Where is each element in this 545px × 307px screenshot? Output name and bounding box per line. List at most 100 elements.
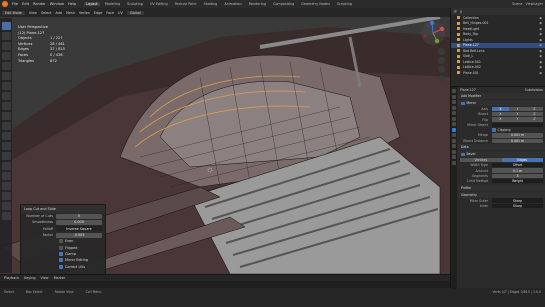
tool-tab-icon[interactable] xyxy=(452,89,456,93)
mirror-object-field[interactable] xyxy=(492,122,543,127)
tab-layout[interactable]: Layout xyxy=(84,2,100,6)
clipping-checkbox[interactable] xyxy=(492,128,496,132)
clamp-checkbox[interactable] xyxy=(59,251,63,256)
factor-field[interactable]: -0.503 xyxy=(56,232,102,238)
outliner-search-icon[interactable]: ⚲ xyxy=(460,10,462,14)
rotate-tool-icon[interactable] xyxy=(1,52,11,60)
smooth-tool-icon[interactable] xyxy=(1,172,11,180)
view-layer-selector[interactable]: ViewLayer xyxy=(526,2,544,6)
menu-edit[interactable]: Edit xyxy=(22,2,29,6)
visibility-eye-icon[interactable]: ◉ xyxy=(539,27,542,31)
width-type-dropdown[interactable]: Offset xyxy=(492,163,543,168)
vp-menu-select[interactable]: Select xyxy=(41,11,51,15)
shrink-tool-icon[interactable] xyxy=(1,192,11,200)
op-check-correct-uvs[interactable]: Correct UVs xyxy=(21,263,105,269)
tab-sculpting[interactable]: Sculpting xyxy=(125,2,145,6)
pan-hand-icon[interactable] xyxy=(438,57,445,64)
visibility-eye-icon[interactable]: ◉ xyxy=(539,54,542,58)
measure-tool-icon[interactable] xyxy=(1,92,11,100)
affect-vertices-toggle[interactable]: Vertices xyxy=(460,157,502,163)
flipped-checkbox[interactable] xyxy=(59,245,63,250)
move-tool-icon[interactable] xyxy=(1,42,11,50)
tab-compositing[interactable]: Compositing xyxy=(271,2,296,6)
flip-z-toggle[interactable]: Z xyxy=(526,117,543,122)
miter-outer-dropdown[interactable]: Sharp xyxy=(492,198,543,203)
orientation-selector[interactable]: Global xyxy=(126,10,144,15)
constraints-tab-icon[interactable] xyxy=(452,144,456,148)
timeline-menu-keying[interactable]: Keying xyxy=(24,276,35,280)
affect-edges-toggle[interactable]: Edges xyxy=(501,157,543,163)
tab-scripting[interactable]: Scripting xyxy=(335,2,354,6)
limit-method-dropdown[interactable]: Weight xyxy=(492,179,543,184)
navigation-gizmo-icon[interactable] xyxy=(420,20,446,46)
inset-tool-icon[interactable] xyxy=(1,112,11,120)
tab-uv-editing[interactable]: UV Editing xyxy=(148,2,170,6)
flip-y-toggle[interactable]: Y xyxy=(509,117,526,122)
vp-menu-vertex[interactable]: Vertex xyxy=(79,11,90,15)
bevel-tool-icon[interactable] xyxy=(1,122,11,130)
bevel-enable-checkbox[interactable] xyxy=(461,152,465,157)
bisect-z-toggle[interactable]: Z xyxy=(526,112,543,117)
data-tab-icon[interactable] xyxy=(452,149,456,154)
shear-tool-icon[interactable] xyxy=(1,202,11,210)
tab-geometry-nodes[interactable]: Geometry Nodes xyxy=(299,2,332,6)
axis-x-toggle[interactable]: X xyxy=(492,106,509,112)
even-checkbox[interactable] xyxy=(59,239,63,244)
mirror-enable-checkbox[interactable] xyxy=(461,101,465,106)
scale-tool-icon[interactable] xyxy=(1,62,11,70)
visibility-eye-icon[interactable]: ◉ xyxy=(539,49,542,53)
operator-panel-title[interactable]: Loop Cut and Slide xyxy=(21,205,105,213)
visibility-eye-icon[interactable]: ◉ xyxy=(539,32,542,36)
tab-shading[interactable]: Shading xyxy=(202,2,220,6)
visibility-eye-icon[interactable]: ◉ xyxy=(539,21,542,25)
scene-tab-icon[interactable] xyxy=(452,111,456,115)
axis-y-toggle[interactable]: Y xyxy=(509,106,526,112)
profile-subpanel[interactable]: Profile xyxy=(458,184,545,191)
menu-help[interactable]: Help xyxy=(68,2,76,6)
tab-animation[interactable]: Animation xyxy=(222,2,243,6)
flip-x-toggle[interactable]: X xyxy=(492,117,509,122)
extrude-tool-icon[interactable] xyxy=(1,102,11,110)
visibility-eye-icon[interactable]: ◉ xyxy=(539,60,542,64)
material-tab-icon[interactable] xyxy=(452,155,456,159)
view-layer-tab-icon[interactable] xyxy=(452,105,456,110)
visibility-eye-icon[interactable]: ◉ xyxy=(539,43,542,47)
mode-selector[interactable]: Edit Mode xyxy=(2,10,25,15)
vp-menu-face[interactable]: Face xyxy=(106,11,114,15)
smoothness-field[interactable]: 0.000 xyxy=(56,219,102,225)
visibility-eye-icon[interactable]: ◉ xyxy=(539,71,542,75)
zoom-icon[interactable] xyxy=(438,48,445,55)
axis-z-toggle[interactable]: Z xyxy=(526,106,543,112)
add-modifier-section[interactable]: Add Modifier xyxy=(458,93,545,100)
menu-render[interactable]: Render xyxy=(33,2,46,6)
timeline-menu-playback[interactable]: Playback xyxy=(4,276,19,280)
data-subpanel[interactable]: Data xyxy=(458,144,545,151)
render-tab-icon[interactable] xyxy=(452,94,456,99)
amount-field[interactable]: 0.1 m xyxy=(492,168,543,173)
knife-tool-icon[interactable] xyxy=(1,142,11,150)
poly-build-tool-icon[interactable] xyxy=(1,152,11,160)
outliner-filter-icon[interactable]: ☰ xyxy=(454,10,457,14)
visibility-eye-icon[interactable]: ◉ xyxy=(539,38,542,42)
bisect-x-toggle[interactable]: X xyxy=(492,112,509,117)
merge-field[interactable]: 0.001 m xyxy=(492,133,543,138)
loop-cut-tool-icon[interactable] xyxy=(1,132,11,140)
menu-window[interactable]: Window xyxy=(50,2,64,6)
scene-selector[interactable]: Scene xyxy=(512,2,522,6)
correct-uvs-checkbox[interactable] xyxy=(59,264,63,269)
timeline-menu-marker[interactable]: Marker xyxy=(54,276,66,280)
annotate-tool-icon[interactable] xyxy=(1,82,11,90)
segments-field[interactable]: 3 xyxy=(492,173,543,179)
spin-tool-icon[interactable] xyxy=(1,162,11,170)
perspective-toggle-icon[interactable] xyxy=(438,75,445,82)
mirror-editing-checkbox[interactable] xyxy=(59,258,63,263)
vp-menu-view[interactable]: View xyxy=(29,11,37,15)
transform-tool-icon[interactable] xyxy=(1,72,11,80)
object-tab-icon[interactable] xyxy=(452,122,456,126)
vp-menu-uv[interactable]: UV xyxy=(118,11,123,15)
edge-slide-tool-icon[interactable] xyxy=(1,182,11,190)
bisect-distance-field[interactable]: 0.001 m xyxy=(492,138,543,143)
blender-logo-icon[interactable] xyxy=(2,1,8,7)
tab-modeling[interactable]: Modeling xyxy=(103,2,122,6)
vp-menu-mesh[interactable]: Mesh xyxy=(66,11,75,15)
